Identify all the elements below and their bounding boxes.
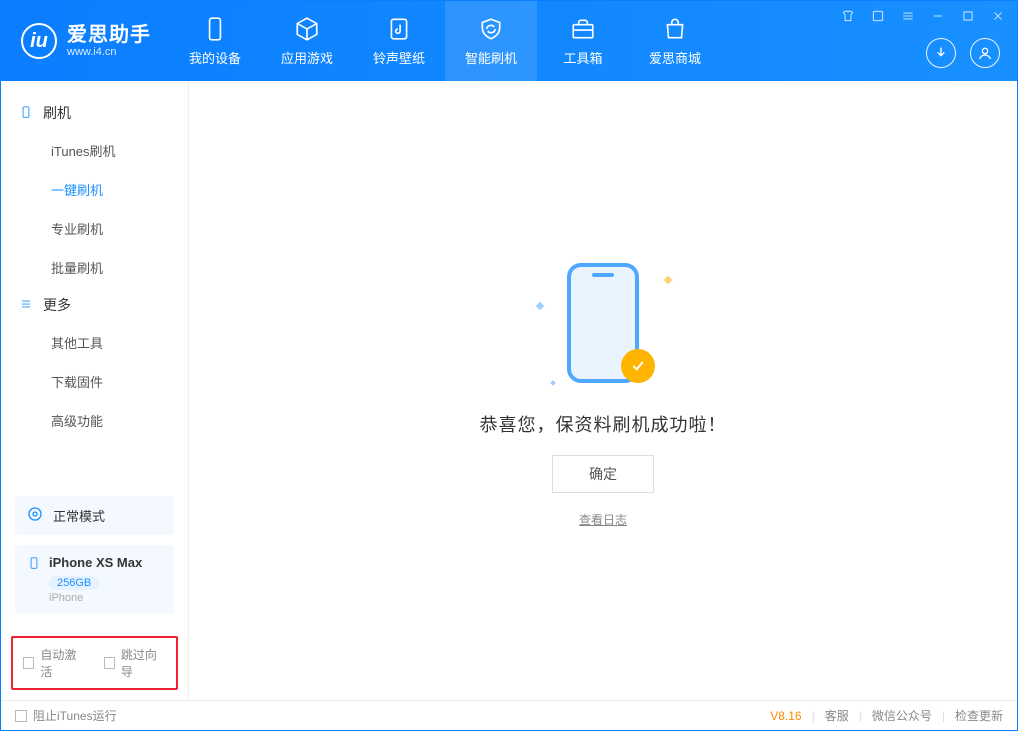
maximize-icon[interactable]: [958, 6, 978, 26]
sparkle-icon: [550, 380, 556, 386]
music-file-icon: [386, 16, 412, 42]
tab-label: 铃声壁纸: [373, 48, 425, 67]
section-title: 刷机: [43, 103, 71, 123]
sidebar-item-batch-flash[interactable]: 批量刷机: [1, 248, 188, 287]
feedback-icon[interactable]: [868, 6, 888, 26]
app-url: www.i4.cn: [67, 46, 151, 58]
link-wechat[interactable]: 微信公众号: [872, 707, 932, 724]
section-title: 更多: [43, 295, 71, 315]
sidebar-item-itunes-flash[interactable]: iTunes刷机: [1, 131, 188, 170]
result-message: 恭喜您，保资料刷机成功啦！: [480, 411, 727, 437]
flash-options: 自动激活 跳过向导: [11, 636, 178, 690]
phone-icon: [202, 16, 228, 42]
body: 刷机 iTunes刷机 一键刷机 专业刷机 批量刷机 更多 其他工具 下载固件 …: [1, 81, 1017, 700]
checkbox-block-itunes[interactable]: 阻止iTunes运行: [15, 707, 117, 724]
confirm-button[interactable]: 确定: [552, 455, 654, 493]
header: iu 爱思助手 www.i4.cn 我的设备 应用游戏 铃声壁纸 智能刷机 工具…: [1, 1, 1017, 81]
list-icon: [19, 297, 33, 314]
menu-icon[interactable]: [898, 6, 918, 26]
device-capacity: 256GB: [49, 576, 99, 590]
device-card[interactable]: iPhone XS Max 256GB iPhone: [15, 545, 174, 614]
version-label: V8.16: [770, 709, 801, 723]
main-content: 恭喜您，保资料刷机成功啦！ 确定 查看日志: [189, 81, 1017, 700]
device-panel: 正常模式 iPhone XS Max 256GB iPhone: [1, 496, 188, 626]
sidebar-item-other-tools[interactable]: 其他工具: [1, 323, 188, 362]
sidebar: 刷机 iTunes刷机 一键刷机 专业刷机 批量刷机 更多 其他工具 下载固件 …: [1, 81, 189, 700]
tab-toolbox[interactable]: 工具箱: [537, 1, 629, 81]
link-customer-service[interactable]: 客服: [825, 707, 849, 724]
checkbox-skip-guide[interactable]: 跳过向导: [104, 646, 167, 680]
link-check-update[interactable]: 检查更新: [955, 707, 1003, 724]
success-illustration: [533, 253, 673, 393]
status-bar: 阻止iTunes运行 V8.16 | 客服 | 微信公众号 | 检查更新: [1, 700, 1017, 730]
skin-icon[interactable]: [838, 6, 858, 26]
tab-my-device[interactable]: 我的设备: [169, 1, 261, 81]
minimize-icon[interactable]: [928, 6, 948, 26]
tab-label: 智能刷机: [465, 48, 517, 67]
tab-apps-games[interactable]: 应用游戏: [261, 1, 353, 81]
close-icon[interactable]: [988, 6, 1008, 26]
chk-label: 阻止iTunes运行: [33, 707, 117, 724]
check-badge-icon: [621, 349, 655, 383]
sidebar-section-more: 更多: [1, 287, 188, 323]
cube-icon: [294, 16, 320, 42]
device-name: iPhone XS Max: [49, 555, 142, 570]
header-actions: [926, 38, 1000, 68]
tab-label: 我的设备: [189, 48, 241, 67]
mode-normal-icon: [27, 506, 43, 525]
sidebar-item-advanced[interactable]: 高级功能: [1, 401, 188, 440]
phone-small-icon: [27, 556, 41, 570]
tab-label: 工具箱: [563, 48, 602, 67]
toolbox-icon: [570, 16, 596, 42]
refresh-shield-icon: [478, 16, 504, 42]
tab-ringtone-wallpaper[interactable]: 铃声壁纸: [353, 1, 445, 81]
download-icon[interactable]: [926, 38, 956, 68]
checkbox-auto-activate[interactable]: 自动激活: [23, 646, 86, 680]
main-tabs: 我的设备 应用游戏 铃声壁纸 智能刷机 工具箱 爱思商城: [169, 1, 721, 81]
device-icon: [19, 105, 33, 122]
tab-smart-flash[interactable]: 智能刷机: [445, 1, 537, 81]
mode-card[interactable]: 正常模式: [15, 496, 174, 535]
app-logo: iu 爱思助手 www.i4.cn: [1, 1, 169, 81]
sparkle-icon: [536, 302, 544, 310]
sparkle-icon: [664, 276, 672, 284]
tab-store[interactable]: 爱思商城: [629, 1, 721, 81]
window-controls: [838, 6, 1008, 26]
user-icon[interactable]: [970, 38, 1000, 68]
view-log-link[interactable]: 查看日志: [579, 511, 627, 528]
sidebar-section-flash: 刷机: [1, 95, 188, 131]
app-name: 爱思助手: [67, 24, 151, 46]
chk-label: 跳过向导: [121, 646, 166, 680]
sidebar-item-download-firmware[interactable]: 下载固件: [1, 362, 188, 401]
mode-label: 正常模式: [53, 506, 105, 525]
sidebar-item-oneclick-flash[interactable]: 一键刷机: [1, 170, 188, 209]
chk-label: 自动激活: [40, 646, 85, 680]
device-type: iPhone: [49, 592, 162, 604]
bag-icon: [662, 16, 688, 42]
logo-mark-icon: iu: [21, 23, 57, 59]
sidebar-item-pro-flash[interactable]: 专业刷机: [1, 209, 188, 248]
tab-label: 爱思商城: [649, 48, 701, 67]
tab-label: 应用游戏: [281, 48, 333, 67]
